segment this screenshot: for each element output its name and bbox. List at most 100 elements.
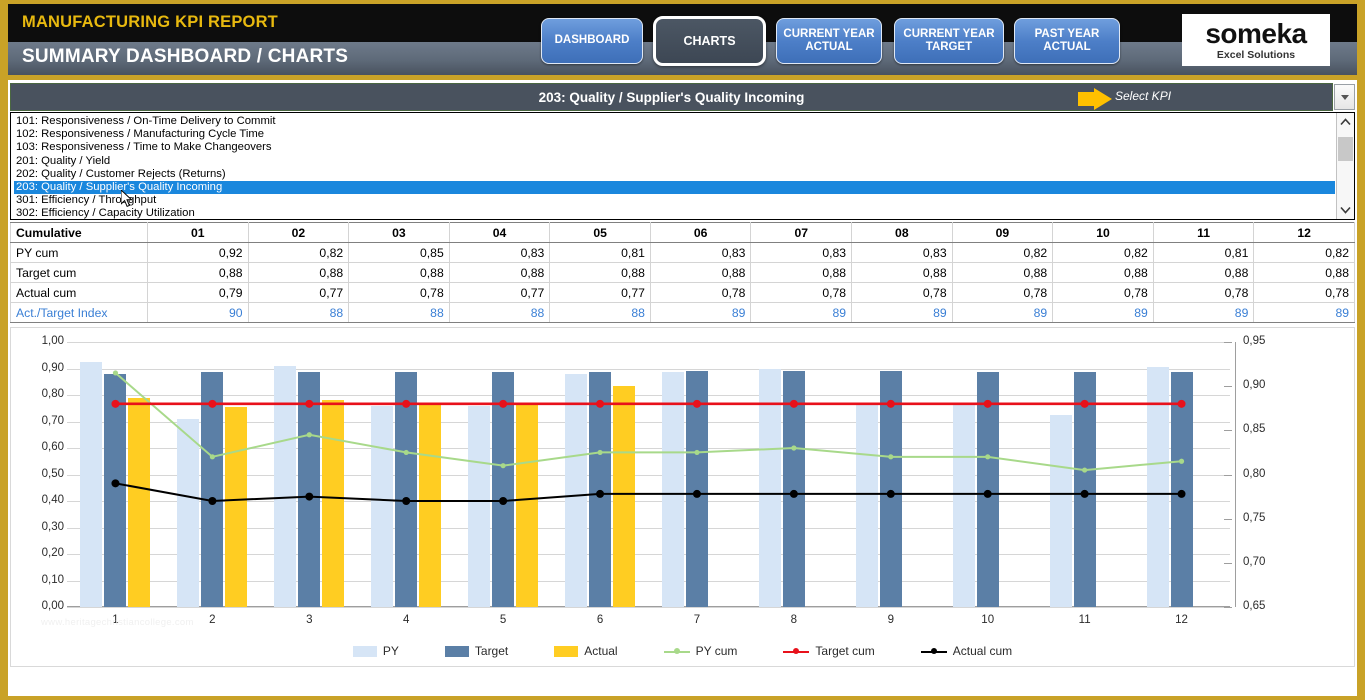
kpi-list-item[interactable]: 201: Quality / Yield [14, 155, 1335, 168]
chevron-down-icon [1340, 206, 1351, 214]
table-cell: 0,88 [449, 263, 550, 283]
kpi-list-item[interactable]: 302: Efficiency / Capacity Utilization [14, 207, 1335, 220]
scrollbar-thumb[interactable] [1338, 137, 1353, 161]
table-cell: 0,83 [449, 243, 550, 263]
marker-target-cum [499, 400, 507, 408]
marker-actual-cum [984, 490, 992, 498]
table-cell: 89 [952, 303, 1053, 323]
gridline [67, 607, 1230, 608]
secondary-y-axis-tick-label: 0,95 [1243, 335, 1297, 347]
marker-target-cum [402, 400, 410, 408]
table-cell: 0,77 [550, 283, 651, 303]
table-column-header: 01 [148, 223, 249, 243]
x-axis-tick-label: 5 [500, 614, 506, 626]
kpi-list-item[interactable]: 103: Responsiveness / Time to Make Chang… [14, 141, 1335, 154]
kpi-list[interactable]: 101: Responsiveness / On-Time Delivery t… [11, 113, 1335, 219]
logo-tagline: Excel Solutions [1217, 49, 1295, 61]
legend-item: Actual cum [921, 644, 1012, 658]
y-axis-tick-label: 0,60 [14, 441, 64, 453]
legend-item: Target [445, 644, 508, 658]
table-row: PY cum0,920,820,850,830,810,830,830,830,… [11, 243, 1355, 263]
table-cell: 88 [449, 303, 550, 323]
legend-line-marker [664, 646, 690, 657]
kpi-list-item[interactable]: 202: Quality / Customer Rejects (Returns… [14, 168, 1335, 181]
table-cell: 0,88 [650, 263, 751, 283]
table-row-label: PY cum [11, 243, 148, 263]
secondary-y-axis-tick-label: 0,85 [1243, 423, 1297, 435]
nav-button-current-year-actual[interactable]: CURRENT YEAR ACTUAL [776, 18, 882, 64]
report-page: MANUFACTURING KPI REPORT SUMMARY DASHBOA… [8, 4, 1357, 696]
kpi-list-scrollbar[interactable] [1336, 113, 1354, 219]
table-cell: 0,78 [349, 283, 450, 303]
table-cell: 0,78 [1254, 283, 1355, 303]
secondary-y-axis-tick-label: 0,70 [1243, 556, 1297, 568]
marker-target-cum [596, 400, 604, 408]
chevron-down-icon [1341, 95, 1349, 100]
window-frame-left [0, 0, 8, 700]
secondary-y-axis [1235, 342, 1236, 607]
y-axis-tick-label: 0,80 [14, 388, 64, 400]
table-cell: 89 [1053, 303, 1154, 323]
table-cell: 0,82 [1254, 243, 1355, 263]
table-cell: 0,77 [248, 283, 349, 303]
scroll-down-button[interactable] [1337, 201, 1354, 219]
table-cell: 0,88 [952, 263, 1053, 283]
chevron-up-icon [1340, 118, 1351, 126]
marker-target-cum [305, 400, 313, 408]
legend-label: Actual [584, 644, 617, 658]
marker-actual-cum [596, 490, 604, 498]
marker-actual-cum [693, 490, 701, 498]
y-axis-tick-label: 0,50 [14, 468, 64, 480]
nav-button-current-year-target[interactable]: CURRENT YEAR TARGET [894, 18, 1004, 64]
marker-py-cum [501, 463, 506, 468]
nav-button-dashboard[interactable]: DASHBOARD [541, 18, 643, 64]
kpi-list-item[interactable]: 203: Quality / Supplier's Quality Incomi… [14, 181, 1335, 194]
secondary-y-axis-tick-label: 0,65 [1243, 600, 1297, 612]
table-cell: 0,78 [650, 283, 751, 303]
marker-target-cum [208, 400, 216, 408]
kpi-dropdown-button[interactable] [1334, 84, 1355, 110]
table-row: Actual cum0,790,770,780,770,770,780,780,… [11, 283, 1355, 303]
table-cell: 0,78 [852, 283, 953, 303]
window-frame-bottom [0, 696, 1365, 700]
table-corner-label: Cumulative [11, 223, 148, 243]
marker-target-cum [887, 400, 895, 408]
table-cell: 0,88 [550, 263, 651, 283]
table-cell: 0,79 [148, 283, 249, 303]
secondary-y-axis-tick-label: 0,80 [1243, 468, 1297, 480]
kpi-list-item[interactable]: 102: Responsiveness / Manufacturing Cycl… [14, 128, 1335, 141]
nav-button-charts[interactable]: CHARTS [653, 16, 766, 66]
logo-wordmark: someka [1205, 20, 1306, 48]
kpi-list-item[interactable]: 101: Responsiveness / On-Time Delivery t… [14, 115, 1335, 128]
secondary-y-axis-tick-label: 0,75 [1243, 512, 1297, 524]
marker-actual-cum [1178, 490, 1186, 498]
table-cell: 0,82 [1053, 243, 1154, 263]
table-column-header: 02 [248, 223, 349, 243]
marker-target-cum [984, 400, 992, 408]
legend-swatch [554, 646, 578, 657]
legend-label: PY cum [696, 644, 738, 658]
table-column-header: 07 [751, 223, 852, 243]
table-row-label: Target cum [11, 263, 148, 283]
y-axis-tick-label: 0,30 [14, 521, 64, 533]
table-cell: 88 [248, 303, 349, 323]
pointer-arrow-icon [1078, 88, 1114, 110]
table-cell: 0,78 [751, 283, 852, 303]
nav-button-past-year-actual[interactable]: PAST YEAR ACTUAL [1014, 18, 1120, 64]
table-cell: 0,88 [852, 263, 953, 283]
kpi-list-item[interactable]: 301: Efficiency / Throughput [14, 194, 1335, 207]
x-axis-tick-label: 2 [209, 614, 215, 626]
table-row-label: Actual cum [11, 283, 148, 303]
legend-item: Target cum [783, 644, 874, 658]
table-cell: 0,85 [349, 243, 450, 263]
marker-py-cum [888, 454, 893, 459]
watermark-text: www.heritagechristiancollege.com [41, 617, 194, 628]
marker-py-cum [307, 432, 312, 437]
scroll-up-button[interactable] [1337, 113, 1354, 131]
marker-py-cum [113, 370, 118, 375]
marker-py-cum [597, 450, 602, 455]
table-column-header: 06 [650, 223, 751, 243]
legend-line-marker [921, 646, 947, 657]
chart-plot-area: 0,000,100,200,300,400,500,600,700,800,90… [67, 342, 1230, 607]
table-cell: 0,88 [751, 263, 852, 283]
